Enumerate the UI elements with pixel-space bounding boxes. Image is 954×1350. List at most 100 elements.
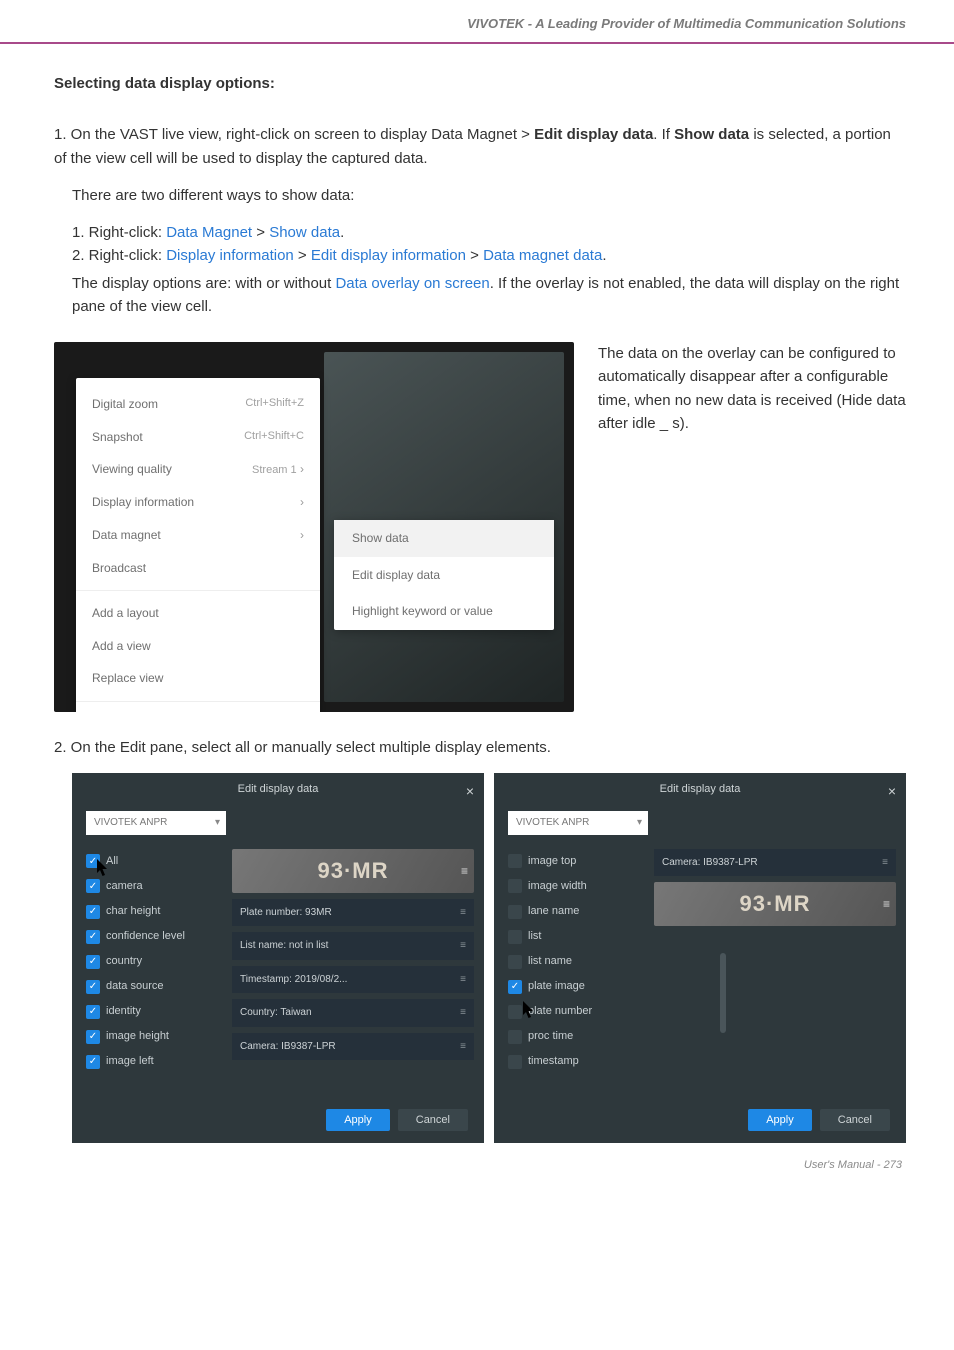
preview-row[interactable]: Country: Taiwan≡ bbox=[232, 999, 474, 1027]
drag-handle-icon[interactable]: ≡ bbox=[460, 905, 466, 921]
chk-image-top[interactable]: image top bbox=[508, 849, 648, 874]
ctx-label: Display information bbox=[92, 493, 194, 512]
field-checklist: ✓All ✓camera ✓char height ✓confidence le… bbox=[86, 849, 226, 1074]
ctx-display-information[interactable]: Display information › bbox=[76, 486, 320, 519]
way1-sep: > bbox=[252, 224, 269, 241]
ctx-add-layout[interactable]: Add a layout bbox=[76, 597, 320, 630]
chk-label: plate image bbox=[528, 978, 585, 995]
context-submenu[interactable]: Show data Edit display data Highlight ke… bbox=[334, 520, 554, 630]
ctx-label: Replace view bbox=[92, 669, 163, 688]
chk-all[interactable]: ✓All bbox=[86, 849, 226, 874]
chk-timestamp[interactable]: timestamp bbox=[508, 1049, 648, 1074]
chk-camera[interactable]: ✓camera bbox=[86, 874, 226, 899]
checkbox-icon[interactable] bbox=[508, 1055, 522, 1069]
brand-line: VIVOTEK - A Leading Provider of Multimed… bbox=[467, 16, 906, 31]
plate-image-preview[interactable]: 93·MR ≡ bbox=[232, 849, 474, 893]
preview-row-text: Camera: IB9387-LPR bbox=[662, 855, 758, 871]
cancel-button[interactable]: Cancel bbox=[398, 1109, 468, 1131]
chk-country[interactable]: ✓country bbox=[86, 949, 226, 974]
ways-intro: There are two different ways to show dat… bbox=[72, 184, 906, 207]
drag-handle-icon[interactable]: ≡ bbox=[882, 855, 888, 871]
chk-identity[interactable]: ✓ identity bbox=[86, 999, 226, 1024]
checkbox-icon[interactable]: ✓ bbox=[86, 1055, 100, 1069]
ctx-replace-view[interactable]: Replace view bbox=[76, 662, 320, 695]
chk-image-width[interactable]: image width bbox=[508, 874, 648, 899]
chk-image-left[interactable]: ✓ image left bbox=[86, 1049, 226, 1074]
checkbox-icon[interactable]: ✓ bbox=[86, 1030, 100, 1044]
preview-row[interactable]: Timestamp: 2019/08/2...≡ bbox=[232, 966, 474, 994]
drag-handle-icon[interactable]: ≡ bbox=[460, 1039, 466, 1055]
ctx-label: Add a view bbox=[92, 637, 151, 656]
chk-confidence-level[interactable]: ✓confidence level bbox=[86, 924, 226, 949]
chk-label: image left bbox=[106, 1053, 154, 1070]
ctx-digital-zoom[interactable]: Digital zoom Ctrl+Shift+Z bbox=[76, 388, 320, 421]
close-icon[interactable]: × bbox=[888, 781, 896, 803]
way2-sep2: > bbox=[466, 247, 483, 264]
checkbox-icon[interactable] bbox=[508, 905, 522, 919]
scrollbar-thumb[interactable] bbox=[720, 953, 726, 1033]
checkbox-icon[interactable]: ✓ bbox=[508, 980, 522, 994]
way-2: 2. Right-click: Display information > Ed… bbox=[72, 244, 906, 267]
chk-lane-name[interactable]: lane name bbox=[508, 899, 648, 924]
ctx-remove[interactable]: Remove Delete bbox=[76, 708, 320, 712]
checkbox-icon[interactable] bbox=[508, 930, 522, 944]
preview-row[interactable]: Camera: IB9387-LPR ≡ bbox=[654, 849, 896, 877]
chk-char-height[interactable]: ✓char height bbox=[86, 899, 226, 924]
chk-plate-image[interactable]: ✓ plate image bbox=[508, 974, 648, 999]
preview-row[interactable]: List name: not in list≡ bbox=[232, 932, 474, 960]
chk-label: lane name bbox=[528, 903, 579, 920]
sub-edit-display-data[interactable]: Edit display data bbox=[334, 557, 554, 594]
drag-handle-icon[interactable]: ≡ bbox=[460, 972, 466, 988]
chk-plate-number[interactable]: plate number bbox=[508, 999, 648, 1024]
source-dropdown[interactable]: VIVOTEK ANPR ▾ bbox=[508, 811, 648, 835]
checkbox-icon[interactable] bbox=[508, 1030, 522, 1044]
close-icon[interactable]: × bbox=[466, 781, 474, 803]
preview-row[interactable]: Plate number: 93MR≡ bbox=[232, 899, 474, 927]
chk-data-source[interactable]: ✓data source bbox=[86, 974, 226, 999]
context-menu[interactable]: Digital zoom Ctrl+Shift+Z Snapshot Ctrl+… bbox=[76, 378, 320, 712]
checkbox-icon[interactable] bbox=[508, 955, 522, 969]
figure1-wrap: Digital zoom Ctrl+Shift+Z Snapshot Ctrl+… bbox=[54, 342, 906, 712]
chk-list-name[interactable]: list name bbox=[508, 949, 648, 974]
apply-button[interactable]: Apply bbox=[326, 1109, 390, 1131]
chk-label: timestamp bbox=[528, 1053, 579, 1070]
checkbox-icon[interactable]: ✓ bbox=[86, 930, 100, 944]
scrollbar-track[interactable] bbox=[720, 833, 726, 1083]
plate-number-text: 93·MR bbox=[739, 887, 810, 921]
ctx-broadcast[interactable]: Broadcast bbox=[76, 552, 320, 585]
checkbox-icon[interactable]: ✓ bbox=[86, 955, 100, 969]
checkbox-icon[interactable]: ✓ bbox=[86, 879, 100, 893]
drag-handle-icon[interactable]: ≡ bbox=[460, 1005, 466, 1021]
checkbox-icon[interactable]: ✓ bbox=[86, 905, 100, 919]
source-dropdown[interactable]: VIVOTEK ANPR ▾ bbox=[86, 811, 226, 835]
chevron-right-icon: › bbox=[300, 526, 304, 545]
preview-row[interactable]: Camera: IB9387-LPR≡ bbox=[232, 1033, 474, 1061]
ctx-viewing-quality[interactable]: Viewing quality Stream 1 › bbox=[76, 453, 320, 486]
chk-label: identity bbox=[106, 1003, 141, 1020]
ctx-label: Digital zoom bbox=[92, 395, 158, 414]
caret-down-icon: ▾ bbox=[637, 815, 642, 831]
chk-list[interactable]: list bbox=[508, 924, 648, 949]
apply-button[interactable]: Apply bbox=[748, 1109, 812, 1131]
checkbox-icon[interactable] bbox=[508, 854, 522, 868]
drag-handle-icon[interactable]: ≡ bbox=[461, 862, 468, 881]
sub-show-data[interactable]: Show data bbox=[334, 520, 554, 557]
ctx-add-view[interactable]: Add a view bbox=[76, 630, 320, 663]
checkbox-icon[interactable] bbox=[508, 1005, 522, 1019]
drag-handle-icon[interactable]: ≡ bbox=[460, 938, 466, 954]
chk-image-height[interactable]: ✓image height bbox=[86, 1024, 226, 1049]
chk-proc-time[interactable]: proc time bbox=[508, 1024, 648, 1049]
checkbox-icon[interactable]: ✓ bbox=[86, 980, 100, 994]
checkbox-icon[interactable]: ✓ bbox=[86, 1005, 100, 1019]
plate-image-preview[interactable]: 93·MR ≡ bbox=[654, 882, 896, 926]
page-content: Selecting data display options: 1. On th… bbox=[0, 72, 954, 1143]
checkbox-icon[interactable] bbox=[508, 879, 522, 893]
sub-highlight-keyword[interactable]: Highlight keyword or value bbox=[334, 593, 554, 630]
drag-handle-icon[interactable]: ≡ bbox=[883, 895, 890, 914]
ctx-data-magnet[interactable]: Data magnet › bbox=[76, 519, 320, 552]
chk-label: list name bbox=[528, 953, 572, 970]
chk-label: image width bbox=[528, 878, 587, 895]
checkbox-icon[interactable]: ✓ bbox=[86, 854, 100, 868]
ctx-snapshot[interactable]: Snapshot Ctrl+Shift+C bbox=[76, 421, 320, 454]
cancel-button[interactable]: Cancel bbox=[820, 1109, 890, 1131]
